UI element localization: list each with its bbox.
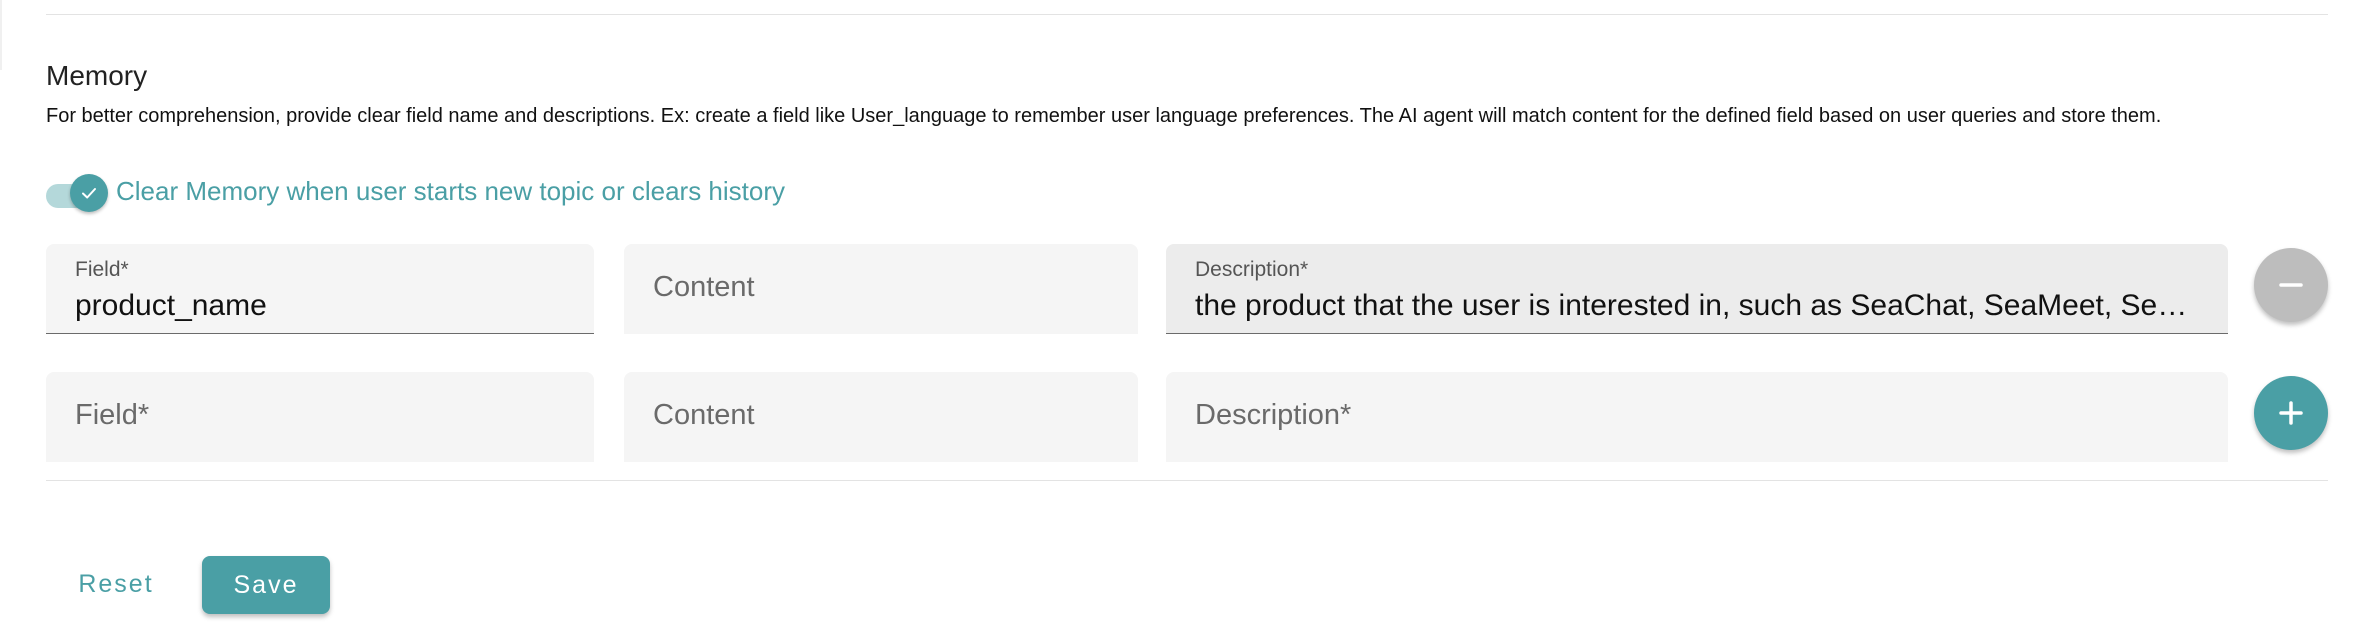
toggle-knob bbox=[70, 174, 108, 212]
new-description-input[interactable]: Description* bbox=[1166, 372, 2228, 462]
remove-row-button[interactable] bbox=[2254, 248, 2328, 322]
new-field-name-input[interactable]: Field* bbox=[46, 372, 594, 462]
description-label: Description* bbox=[1195, 258, 1309, 281]
new-content-placeholder: Content bbox=[653, 399, 755, 431]
minus-icon bbox=[2279, 283, 2303, 287]
content-placeholder: Content bbox=[653, 271, 755, 303]
new-field-name-placeholder: Field* bbox=[75, 399, 150, 431]
check-icon bbox=[82, 188, 96, 199]
save-button[interactable]: Save bbox=[202, 556, 330, 614]
field-name-label: Field* bbox=[75, 258, 129, 281]
new-description-placeholder: Description* bbox=[1195, 399, 1352, 431]
add-row-button[interactable] bbox=[2254, 376, 2328, 450]
left-edge bbox=[0, 0, 2, 70]
bottom-divider bbox=[46, 480, 2328, 481]
clear-memory-toggle[interactable] bbox=[46, 172, 110, 212]
plus-icon bbox=[2279, 401, 2303, 425]
section-title: Memory bbox=[46, 60, 148, 91]
field-name-input[interactable]: Field* product_name bbox=[46, 244, 594, 334]
clear-memory-label[interactable]: Clear Memory when user starts new topic … bbox=[116, 176, 785, 207]
new-content-input[interactable]: Content bbox=[624, 372, 1138, 462]
field-name-value: product_name bbox=[75, 289, 267, 322]
description-value: the product that the user is interested … bbox=[1195, 289, 2199, 322]
section-description: For better comprehension, provide clear … bbox=[46, 105, 2162, 127]
top-divider bbox=[46, 14, 2328, 15]
content-input[interactable]: Content bbox=[624, 244, 1138, 334]
description-input[interactable]: Description* the product that the user i… bbox=[1166, 244, 2228, 334]
reset-button[interactable]: Reset bbox=[56, 556, 176, 612]
